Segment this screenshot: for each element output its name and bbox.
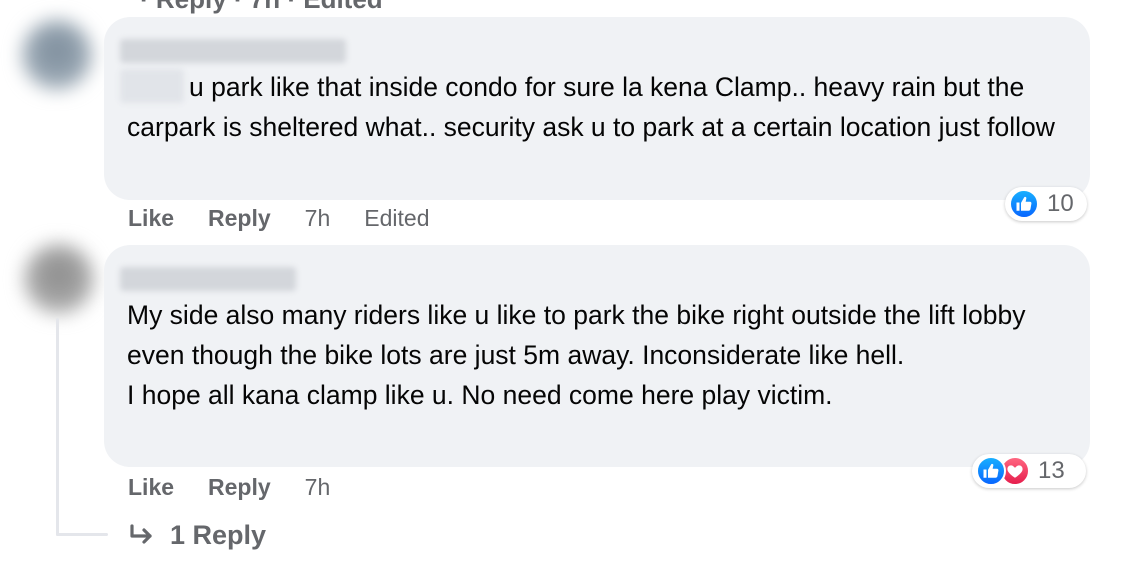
like-button[interactable]: Like (128, 205, 174, 232)
like-icon (976, 456, 1006, 486)
comment-bubble: u park like that inside condo for sure l… (104, 17, 1090, 200)
comment-text: u park like that inside condo for sure l… (127, 72, 1055, 142)
comment-actions: Like Reply 7h (128, 474, 364, 501)
timestamp[interactable]: 7h (305, 205, 331, 232)
view-replies-label[interactable]: 1 Reply (170, 520, 266, 551)
edited-label[interactable]: Edited (364, 205, 429, 232)
timestamp[interactable]: 7h (305, 474, 331, 501)
author-name-redacted[interactable] (120, 267, 296, 291)
reply-button[interactable]: Reply (208, 205, 271, 232)
previous-comment-actions: · Reply · 7h · Edited (140, 0, 383, 15)
thread-connector (56, 318, 59, 536)
like-icon (1009, 189, 1039, 219)
comment-bubble: My side also many riders like u like to … (104, 245, 1090, 467)
author-name-redacted[interactable] (120, 39, 346, 63)
comment-thread: · Reply · 7h · Edited u park like that i… (0, 0, 1124, 572)
reply-button[interactable]: Reply (208, 474, 271, 501)
avatar[interactable] (24, 244, 94, 314)
reaction-count: 13 (1038, 457, 1065, 484)
like-button[interactable]: Like (128, 474, 174, 501)
reaction-summary[interactable]: 13 (972, 454, 1086, 488)
reaction-count: 10 (1047, 190, 1074, 217)
avatar[interactable] (22, 20, 92, 90)
view-replies-link[interactable]: 1 Reply (128, 520, 266, 551)
reaction-summary[interactable]: 10 (1005, 187, 1087, 221)
comment-actions: Like Reply 7h Edited (128, 205, 463, 232)
comment-text: My side also many riders like u like to … (127, 300, 1026, 410)
thread-connector (56, 533, 108, 536)
reply-arrow-icon (130, 523, 152, 544)
